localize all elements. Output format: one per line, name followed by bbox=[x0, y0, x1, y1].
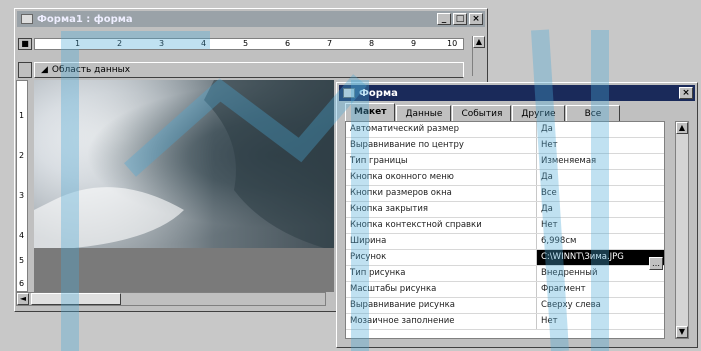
property-name: Кнопка закрытия bbox=[350, 204, 428, 214]
close-button[interactable]: × bbox=[469, 13, 483, 25]
property-name: Рисунок bbox=[350, 252, 387, 262]
property-value[interactable]: Нет bbox=[536, 314, 664, 329]
horizontal-ruler: 1 2 3 4 5 6 7 8 9 10 bbox=[34, 38, 464, 50]
property-row[interactable]: Выравнивание рисунка Сверху слева bbox=[346, 298, 664, 314]
property-name: Выравнивание по центру bbox=[350, 140, 464, 150]
form-horizontal-scrollbar[interactable]: ◄ bbox=[16, 292, 326, 306]
property-name: Масштабы рисунка bbox=[350, 284, 437, 294]
ruler-tick-label: 5 bbox=[19, 256, 25, 265]
horizontal-scroll-thumb[interactable] bbox=[31, 293, 121, 305]
property-name: Выравнивание рисунка bbox=[350, 300, 455, 310]
property-row[interactable]: Мозаичное заполнение Нет bbox=[346, 314, 664, 330]
property-row[interactable]: Выравнивание по центру Нет bbox=[346, 138, 664, 154]
property-row[interactable]: Кнопка контекстной справки Нет bbox=[346, 218, 664, 234]
property-value[interactable]: Фрагмент bbox=[536, 282, 664, 297]
property-value[interactable]: Да bbox=[536, 122, 664, 137]
ruler-tick-label: 6 bbox=[285, 39, 291, 48]
property-name: Автоматический размер bbox=[350, 124, 460, 134]
ruler-tick-label: 7 bbox=[327, 39, 333, 48]
section-selector[interactable] bbox=[18, 62, 32, 78]
properties-title: Форма bbox=[359, 87, 398, 99]
property-value[interactable]: Все bbox=[536, 186, 664, 201]
vertical-ruler: 1 2 3 4 5 6 bbox=[16, 80, 28, 292]
maximize-button[interactable]: □ bbox=[453, 13, 467, 25]
properties-close-button[interactable]: × bbox=[679, 87, 693, 99]
property-row[interactable]: Рисунок C:\WINNT\Зима.JPG bbox=[346, 250, 664, 266]
ruler-tick-label: 10 bbox=[447, 39, 458, 48]
ruler-tick-label: 1 bbox=[75, 39, 81, 48]
scroll-left-arrow-icon[interactable]: ◄ bbox=[17, 293, 29, 305]
section-label: Область данных bbox=[51, 65, 131, 75]
property-value[interactable]: Нет bbox=[536, 138, 664, 153]
detail-section-bar[interactable]: ◢ Область данных bbox=[34, 62, 464, 78]
form-icon bbox=[21, 14, 33, 24]
ruler-tick-label: 3 bbox=[159, 39, 165, 48]
properties-window: Форма × Макет Данные События Другие Все … bbox=[336, 82, 698, 348]
property-row[interactable]: Тип границы Изменяемая bbox=[346, 154, 664, 170]
property-value[interactable]: 6,998см bbox=[536, 234, 664, 249]
form-titlebar[interactable]: Форма1 : форма _ □ × bbox=[17, 11, 485, 27]
property-row[interactable]: Кнопки размеров окна Все bbox=[346, 186, 664, 202]
properties-tabs: Макет Данные События Другие Все bbox=[345, 103, 621, 122]
property-name: Тип границы bbox=[350, 156, 408, 166]
property-value[interactable]: Да bbox=[536, 202, 664, 217]
properties-icon bbox=[343, 88, 355, 98]
tab-all[interactable]: Все bbox=[565, 105, 621, 122]
ruler-tick-label: 4 bbox=[19, 231, 25, 240]
property-value[interactable]: Сверху слева bbox=[536, 298, 664, 313]
property-name: Кнопки размеров окна bbox=[350, 188, 452, 198]
tab-other[interactable]: Другие bbox=[512, 105, 565, 122]
builder-button[interactable]: … bbox=[649, 257, 663, 270]
ruler-tick-label: 8 bbox=[369, 39, 375, 48]
property-row[interactable]: Ширина 6,998см bbox=[346, 234, 664, 250]
ruler-tick-label: 2 bbox=[117, 39, 123, 48]
property-value-selected[interactable]: C:\WINNT\Зима.JPG bbox=[536, 250, 664, 265]
property-name: Кнопка контекстной справки bbox=[350, 220, 482, 230]
background-picture-shading bbox=[34, 80, 334, 248]
scroll-up-arrow-icon[interactable]: ▲ bbox=[676, 122, 688, 134]
form-title: Форма1 : форма bbox=[37, 13, 133, 25]
property-row[interactable]: Кнопка оконного меню Да bbox=[346, 170, 664, 186]
property-value[interactable]: Внедренный bbox=[536, 266, 664, 281]
section-marker-icon: ◢ bbox=[41, 65, 48, 75]
property-value[interactable]: Изменяемая bbox=[536, 154, 664, 169]
properties-vertical-scrollbar[interactable]: ▲ ▼ bbox=[675, 121, 689, 339]
property-row[interactable]: Тип рисунка Внедренный bbox=[346, 266, 664, 282]
property-row[interactable]: Автоматический размер Да bbox=[346, 122, 664, 138]
property-name: Тип рисунка bbox=[350, 268, 406, 278]
property-name: Мозаичное заполнение bbox=[350, 316, 455, 326]
property-value[interactable]: Нет bbox=[536, 218, 664, 233]
ruler-tick-label: 5 bbox=[243, 39, 249, 48]
ruler-tick-label: 2 bbox=[19, 151, 25, 160]
form-grid-area[interactable] bbox=[34, 248, 334, 292]
property-name: Кнопка оконного меню bbox=[350, 172, 454, 182]
ruler-tick-label: 4 bbox=[201, 39, 207, 48]
scroll-down-arrow-icon[interactable]: ▼ bbox=[676, 326, 688, 338]
tab-events[interactable]: События bbox=[452, 105, 512, 122]
property-name: Ширина bbox=[350, 236, 387, 246]
minimize-button[interactable]: _ bbox=[437, 13, 451, 25]
ruler-tick-label: 6 bbox=[19, 279, 25, 288]
property-row[interactable]: Масштабы рисунка Фрагмент bbox=[346, 282, 664, 298]
form-background-picture[interactable] bbox=[34, 80, 334, 248]
ruler-tick-label: 9 bbox=[411, 39, 417, 48]
property-sheet: Автоматический размер Да Выравнивание по … bbox=[345, 121, 665, 339]
tab-layout[interactable]: Макет bbox=[345, 103, 396, 122]
scroll-up-arrow-icon[interactable]: ▲ bbox=[473, 36, 485, 48]
form-selector[interactable]: ■ bbox=[18, 38, 32, 50]
ruler-tick-label: 3 bbox=[19, 191, 25, 200]
ruler-tick-label: 1 bbox=[19, 111, 25, 120]
property-row[interactable]: Кнопка закрытия Да bbox=[346, 202, 664, 218]
properties-titlebar[interactable]: Форма × bbox=[339, 85, 695, 101]
tab-data[interactable]: Данные bbox=[396, 105, 452, 122]
property-value[interactable]: Да bbox=[536, 170, 664, 185]
form-vertical-scrollbar[interactable]: ▲ bbox=[472, 36, 486, 76]
